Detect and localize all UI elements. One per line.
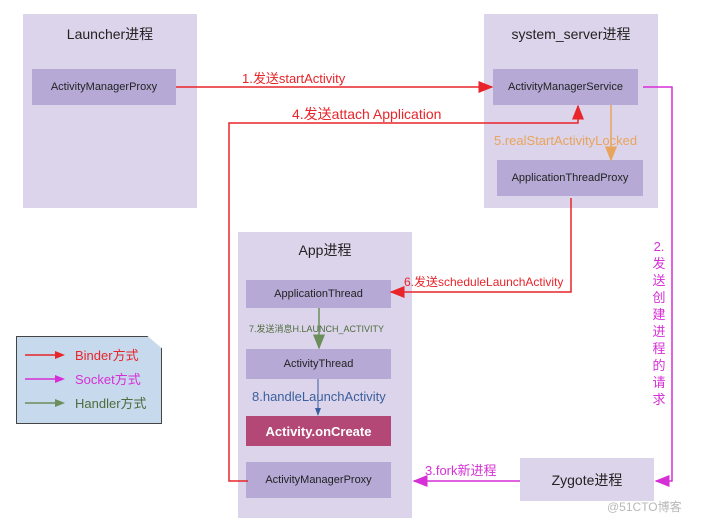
label-step6: 6.发送scheduleLaunchActivity <box>404 275 564 289</box>
binder-arrow-icon <box>25 350 65 359</box>
socket-arrow-icon <box>25 374 65 383</box>
legend: Binder方式 Socket方式 Handler方式 <box>16 336 162 424</box>
legend-item-socket: Socket方式 <box>25 369 141 388</box>
label-step1: 1.发送startActivity <box>242 71 346 86</box>
legend-item-binder: Binder方式 <box>25 345 139 364</box>
label-step7: 7.发送消息H.LAUNCH_ACTIVITY <box>249 324 385 334</box>
handler-arrow-icon <box>25 398 65 407</box>
label-step2: 2. 发 送 创 建 进 程 的 请 求 <box>652 239 666 407</box>
arrow-step4 <box>228 104 584 482</box>
label-step3: 3.fork新进程 <box>425 463 497 478</box>
watermark: @51CTO博客 <box>607 500 682 514</box>
connector-lines <box>176 81 673 487</box>
label-step4: 4.发送attach Application <box>292 106 442 122</box>
legend-item-handler: Handler方式 <box>25 393 147 412</box>
label-step5: 5.realStartActivityLocked <box>494 133 638 148</box>
label-step8: 8.handleLaunchActivity <box>252 389 386 404</box>
